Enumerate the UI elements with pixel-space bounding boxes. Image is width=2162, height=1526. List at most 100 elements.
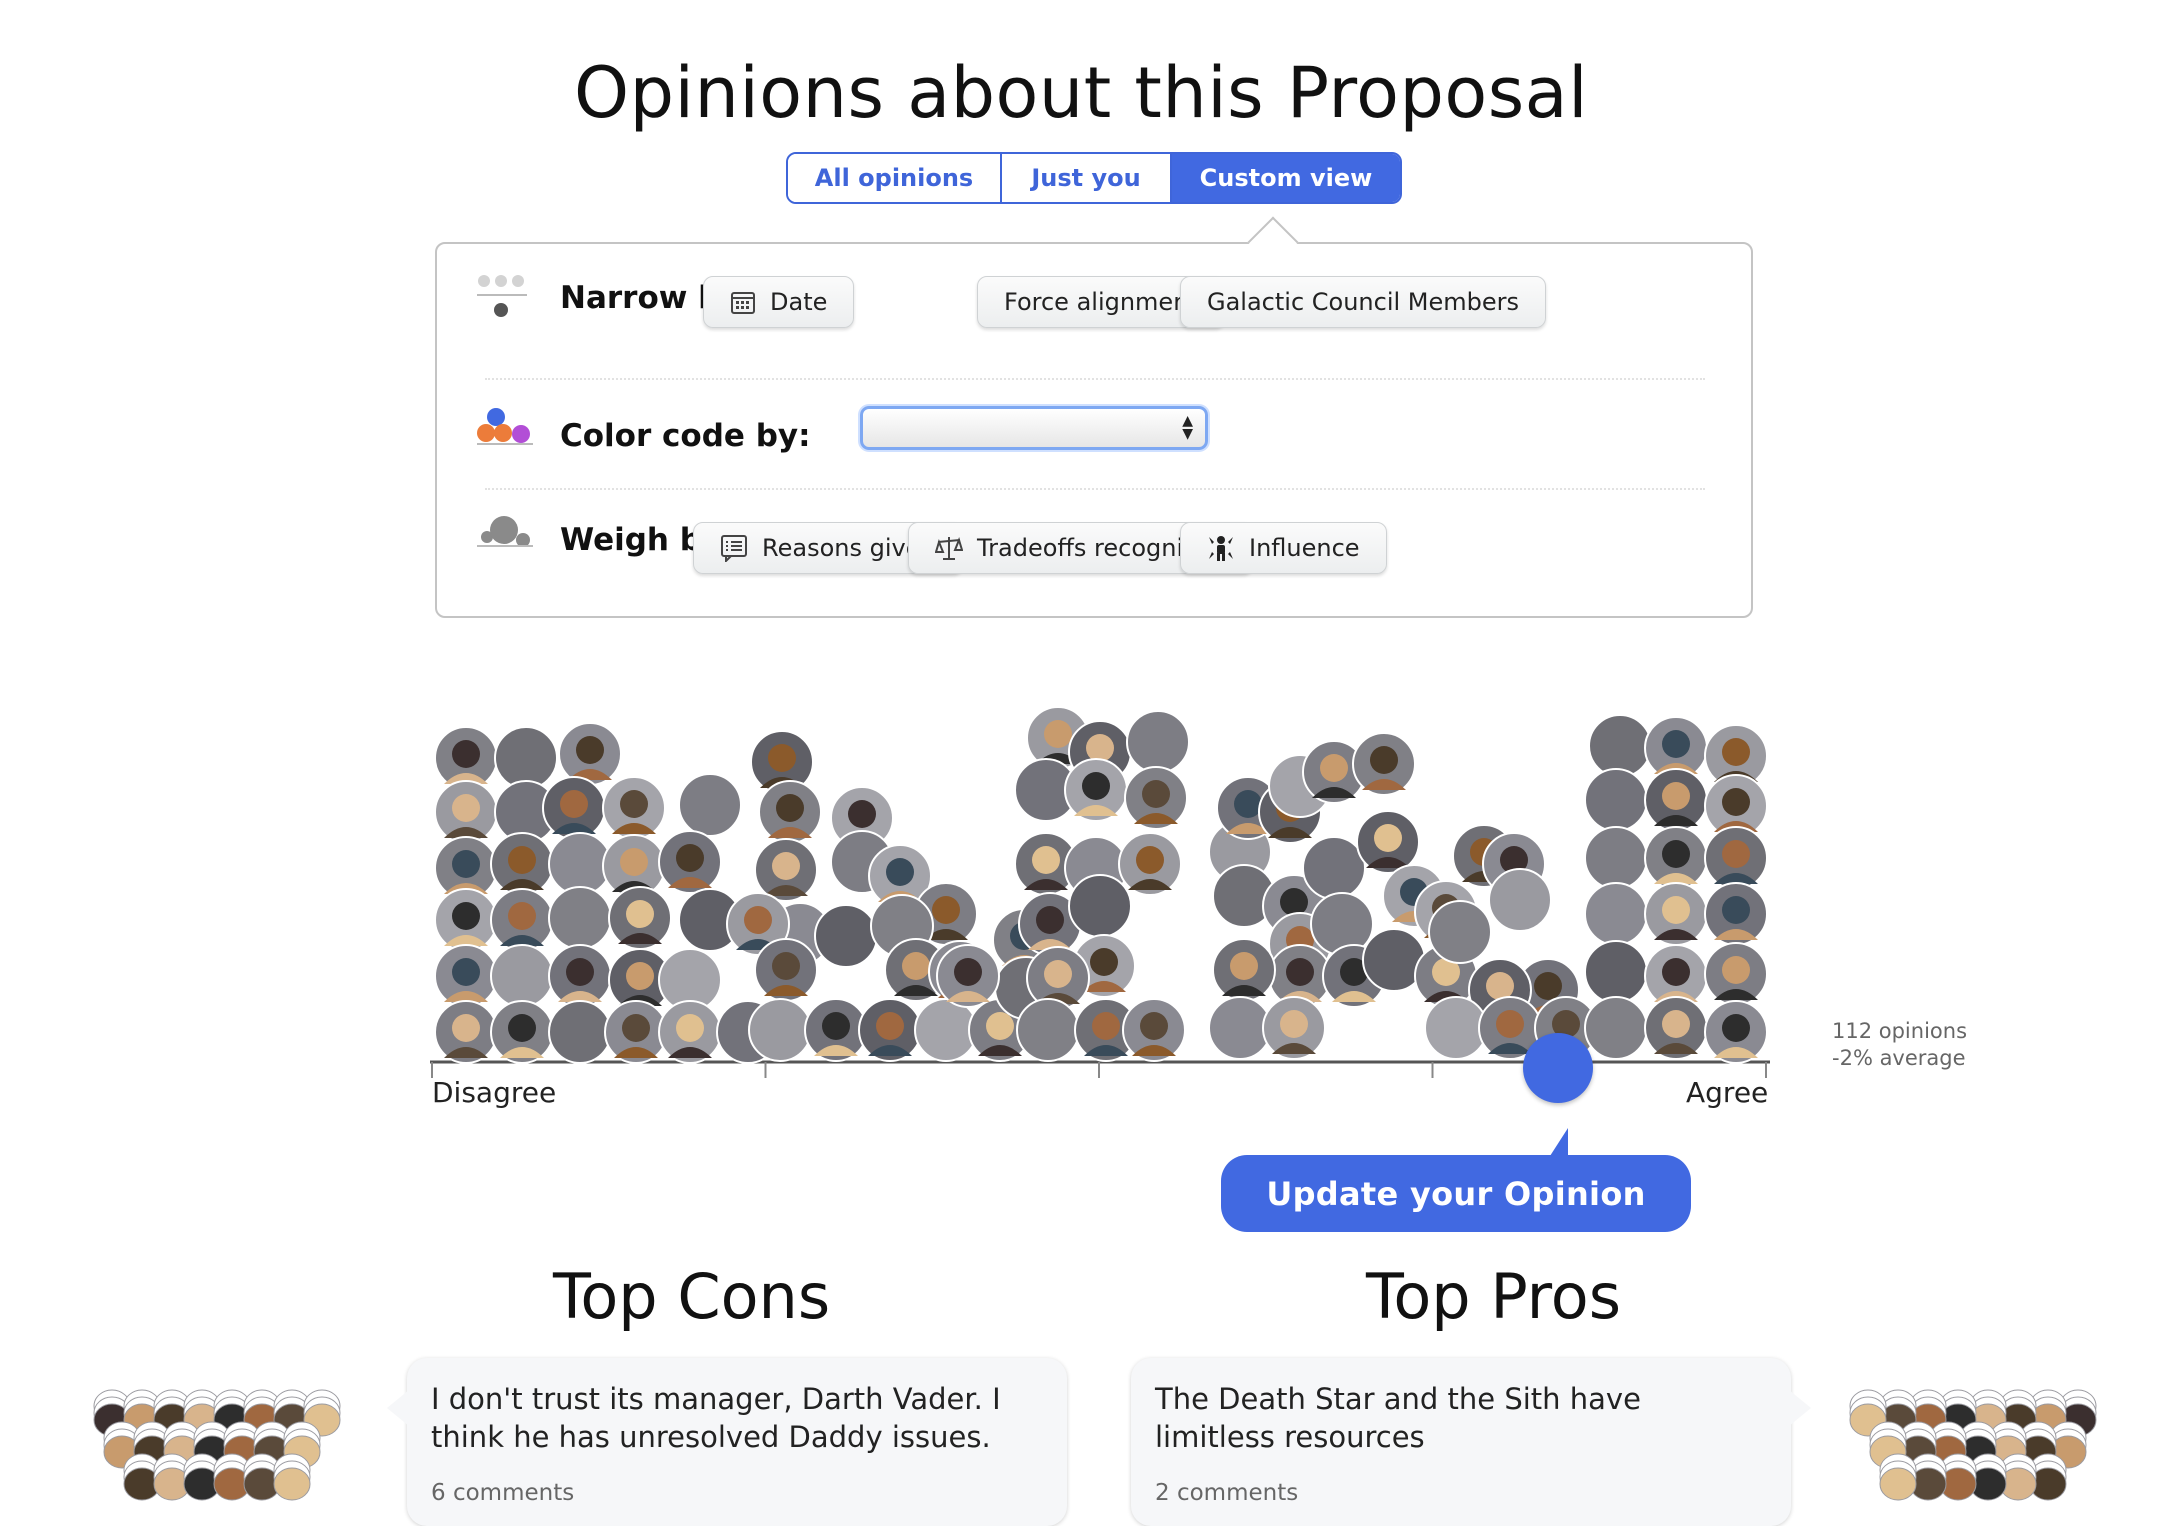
page-title: Opinions about this Proposal [573, 52, 1589, 134]
opinion-avatar[interactable] [490, 832, 554, 896]
pros-opinion-stack[interactable] [1828, 1372, 2098, 1512]
view-tabs: All opinions Just you Custom view [786, 152, 1402, 204]
opinion-avatar[interactable] [558, 722, 622, 786]
opinion-avatar[interactable] [754, 838, 818, 902]
opinion-avatar[interactable] [608, 886, 672, 950]
top-pros-heading: Top Pros [1366, 1260, 1621, 1333]
opinion-avatar[interactable] [1704, 826, 1768, 890]
reasons-list-icon [721, 535, 747, 562]
color-code-row: Color code by: ▲ ▼ [437, 378, 1751, 488]
opinion-stats: 112 opinions -2% average [1832, 1018, 1967, 1072]
opinion-avatar[interactable] [1584, 940, 1648, 1004]
opinion-avatar[interactable] [1016, 998, 1080, 1062]
opinion-avatar[interactable] [1584, 826, 1648, 890]
opinion-avatar[interactable] [548, 832, 612, 896]
color-code-select[interactable]: ▲ ▼ [860, 406, 1208, 450]
opinion-avatar[interactable] [434, 726, 498, 790]
top-cons-heading: Top Cons [553, 1260, 831, 1333]
axis-agree-label: Agree [1686, 1076, 1769, 1109]
opinion-avatar[interactable] [748, 998, 812, 1062]
cons-opinion-stack[interactable] [92, 1372, 362, 1512]
top-pro-comments-link[interactable]: 2 comments [1155, 1480, 1298, 1506]
opinion-avatar[interactable] [434, 780, 498, 844]
opinion-avatar[interactable] [1584, 996, 1648, 1060]
tab-all-opinions[interactable]: All opinions [788, 154, 1000, 202]
weigh-influence-button[interactable]: Influence [1180, 522, 1387, 574]
opinion-avatar[interactable] [490, 888, 554, 952]
opinion-avatar[interactable] [490, 944, 554, 1008]
opinion-avatar[interactable] [1488, 868, 1552, 932]
narrow-date-button[interactable]: Date [703, 276, 855, 328]
opinion-avatar[interactable] [1704, 942, 1768, 1006]
opinion-avatar[interactable] [1302, 836, 1366, 900]
opinion-avatar[interactable] [1584, 882, 1648, 946]
opinion-avatar[interactable] [548, 1000, 612, 1064]
opinion-avatar[interactable] [604, 1000, 668, 1064]
card-pointer [1789, 1390, 1811, 1426]
your-opinion-slider-handle[interactable] [1523, 1033, 1593, 1103]
opinion-avatar[interactable] [1644, 882, 1708, 946]
opinion-avatar[interactable] [1644, 768, 1708, 832]
opinion-avatar[interactable] [1424, 996, 1488, 1060]
opinion-avatar[interactable] [1262, 996, 1326, 1060]
select-arrows-icon: ▲ ▼ [1182, 413, 1193, 442]
top-pro-card[interactable]: The Death Star and the Sith have limitle… [1131, 1358, 1811, 1526]
opinion-avatar[interactable] [434, 1000, 498, 1064]
opinion-avatar[interactable] [1356, 810, 1420, 874]
opinion-avatar[interactable] [804, 998, 868, 1062]
axis-disagree-label: Disagree [432, 1076, 557, 1109]
narrow-galactic-council-label: Galactic Council Members [1207, 288, 1520, 316]
opinion-avatar[interactable] [1644, 826, 1708, 890]
tab-custom-view[interactable]: Custom view [1170, 154, 1400, 202]
opinion-avatar[interactable] [1644, 996, 1708, 1060]
opinion-avatar[interactable] [858, 998, 922, 1062]
opinion-avatar[interactable] [1352, 732, 1416, 796]
narrow-filter-icon [477, 275, 527, 317]
color-code-label: Color code by: [560, 418, 811, 454]
opinion-avatar[interactable] [1064, 758, 1128, 822]
opinion-avatar[interactable] [658, 1000, 722, 1064]
opinion-avatar[interactable] [1122, 998, 1186, 1062]
weigh-icon [477, 516, 533, 547]
opinion-avatar[interactable] [754, 938, 818, 1002]
narrow-galactic-council-button[interactable]: Galactic Council Members [1180, 276, 1547, 328]
opinion-avatar[interactable] [548, 944, 612, 1008]
influence-icon [1209, 536, 1233, 561]
opinion-histogram [430, 706, 1770, 1078]
weigh-by-row: Weigh by: Reasons given Tradeoffs recogn… [437, 488, 1751, 618]
opinion-avatar[interactable] [1588, 714, 1652, 778]
opinion-avatar[interactable] [1428, 900, 1492, 964]
top-con-comments-link[interactable]: 6 comments [431, 1480, 574, 1506]
opinion-avatar[interactable] [678, 773, 742, 837]
opinion-avatar[interactable] [548, 886, 612, 950]
card-pointer [387, 1390, 409, 1426]
opinion-avatar[interactable] [1118, 832, 1182, 896]
opinion-avatar[interactable] [1068, 874, 1132, 938]
opinion-avatar[interactable] [914, 998, 978, 1062]
opinion-avatar[interactable] [758, 780, 822, 844]
opinion-avatar[interactable] [1584, 768, 1648, 832]
narrow-date-label: Date [770, 288, 828, 316]
opinion-average: -2% average [1832, 1046, 1966, 1070]
opinion-avatar[interactable] [434, 944, 498, 1008]
top-pro-text: The Death Star and the Sith have limitle… [1155, 1382, 1641, 1454]
opinion-avatar[interactable] [490, 1000, 554, 1064]
opinion-avatar[interactable] [542, 776, 606, 840]
update-opinion-button[interactable]: Update your Opinion [1221, 1155, 1691, 1232]
opinion-avatar[interactable] [1704, 882, 1768, 946]
opinion-avatar[interactable] [936, 944, 1000, 1008]
color-code-icon [477, 408, 533, 445]
top-con-card[interactable]: I don't trust its manager, Darth Vader. … [387, 1358, 1067, 1526]
tab-just-you[interactable]: Just you [1000, 154, 1170, 202]
opinion-avatar[interactable] [602, 776, 666, 840]
opinion-avatar[interactable] [1208, 996, 1272, 1060]
opinion-avatar[interactable] [814, 904, 878, 968]
opinion-avatar[interactable] [1126, 710, 1190, 774]
stacked-avatar [273, 1467, 311, 1501]
opinion-avatar[interactable] [1704, 1000, 1768, 1064]
opinion-avatar[interactable] [434, 888, 498, 952]
opinion-avatar[interactable] [658, 830, 722, 894]
opinion-avatar[interactable] [1124, 766, 1188, 830]
opinion-avatar[interactable] [1212, 938, 1276, 1002]
opinion-avatar[interactable] [494, 726, 558, 790]
